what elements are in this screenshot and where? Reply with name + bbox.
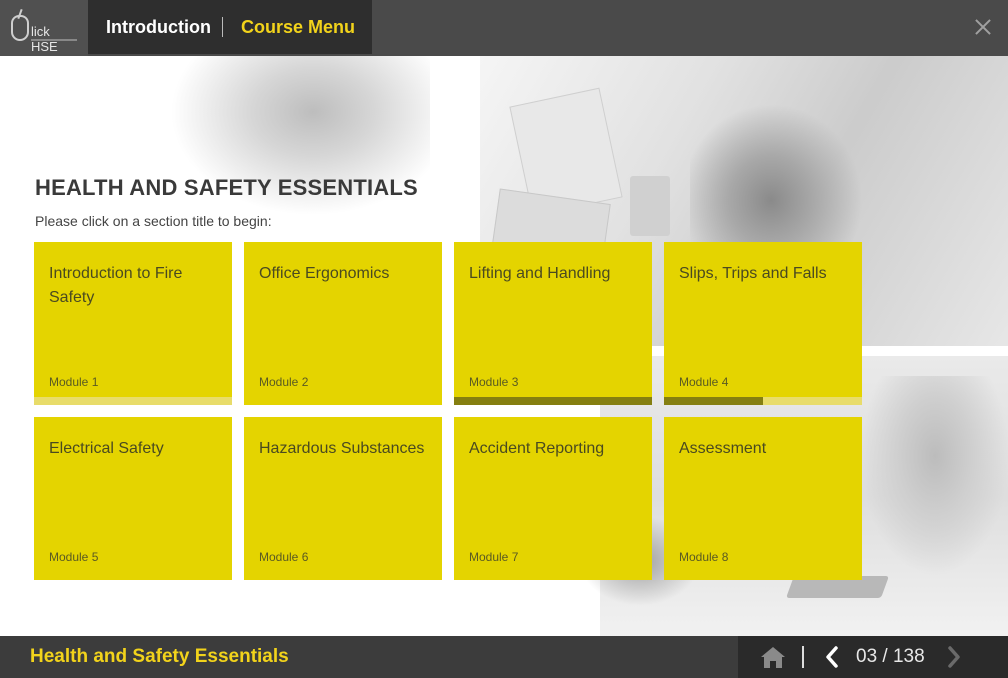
module-progress-bar <box>34 397 232 405</box>
nav-divider <box>802 646 804 668</box>
module-title: Slips, Trips and Falls <box>679 265 827 282</box>
module-tile-6[interactable]: Hazardous Substances Module 6 <box>244 417 442 580</box>
module-title: Accident Reporting <box>469 440 605 457</box>
caution-sign <box>630 176 670 236</box>
module-title: Lifting and Handling <box>469 265 611 282</box>
module-progress-fill <box>664 397 763 405</box>
page-title: HEALTH AND SAFETY ESSENTIALS <box>35 175 418 200</box>
logo-tagline <box>31 39 77 41</box>
module-tile-7[interactable]: Accident Reporting Module 7 <box>454 417 652 580</box>
module-progress-bar <box>454 397 652 405</box>
module-number: Module 8 <box>679 550 729 564</box>
module-tile-3[interactable]: Lifting and Handling Module 3 <box>454 242 652 405</box>
module-title: Hazardous Substances <box>259 440 425 457</box>
module-title: Electrical Safety <box>49 440 164 457</box>
module-title: Introduction to Fire Safety <box>49 265 183 306</box>
module-tile-8[interactable]: Assessment Module 8 <box>664 417 862 580</box>
page-indicator: 03 / 138 <box>856 646 925 667</box>
close-icon[interactable] <box>972 16 994 38</box>
module-number: Module 1 <box>49 375 99 389</box>
top-bar: lick HSE Introduction Course Menu <box>0 0 1008 56</box>
module-tile-1[interactable]: Introduction to Fire Safety Module 1 <box>34 242 232 405</box>
logo-mark: lick HSE <box>11 11 77 54</box>
footer-bar: Health and Safety Essentials 03 / 138 <box>0 636 1008 678</box>
chevron-left-icon[interactable] <box>822 645 842 669</box>
header-tabs: Introduction Course Menu <box>88 0 372 54</box>
module-number: Module 2 <box>259 375 309 389</box>
module-number: Module 7 <box>469 550 519 564</box>
module-title: Office Ergonomics <box>259 265 390 282</box>
module-number: Module 5 <box>49 550 99 564</box>
module-title: Assessment <box>679 440 767 457</box>
module-number: Module 3 <box>469 375 519 389</box>
home-icon[interactable] <box>760 645 786 669</box>
page-navigation: 03 / 138 <box>738 636 1008 678</box>
stressed-office-worker <box>860 376 1008 576</box>
module-tile-5[interactable]: Electrical Safety Module 5 <box>34 417 232 580</box>
module-progress-bar <box>664 397 862 405</box>
logo: lick HSE <box>0 0 88 56</box>
mouse-icon <box>11 15 29 41</box>
tab-course-menu[interactable]: Course Menu <box>241 0 355 54</box>
module-number: Module 4 <box>679 375 729 389</box>
module-number: Module 6 <box>259 550 309 564</box>
module-tile-4[interactable]: Slips, Trips and Falls Module 4 <box>664 242 862 405</box>
module-tile-2[interactable]: Office Ergonomics Module 2 <box>244 242 442 405</box>
chevron-right-icon[interactable] <box>944 645 964 669</box>
page-instructions: Please click on a section title to begin… <box>35 213 272 229</box>
tab-divider <box>222 17 223 37</box>
course-title: Health and Safety Essentials <box>30 646 289 667</box>
module-progress-fill <box>454 397 652 405</box>
tab-introduction[interactable]: Introduction <box>106 0 211 54</box>
